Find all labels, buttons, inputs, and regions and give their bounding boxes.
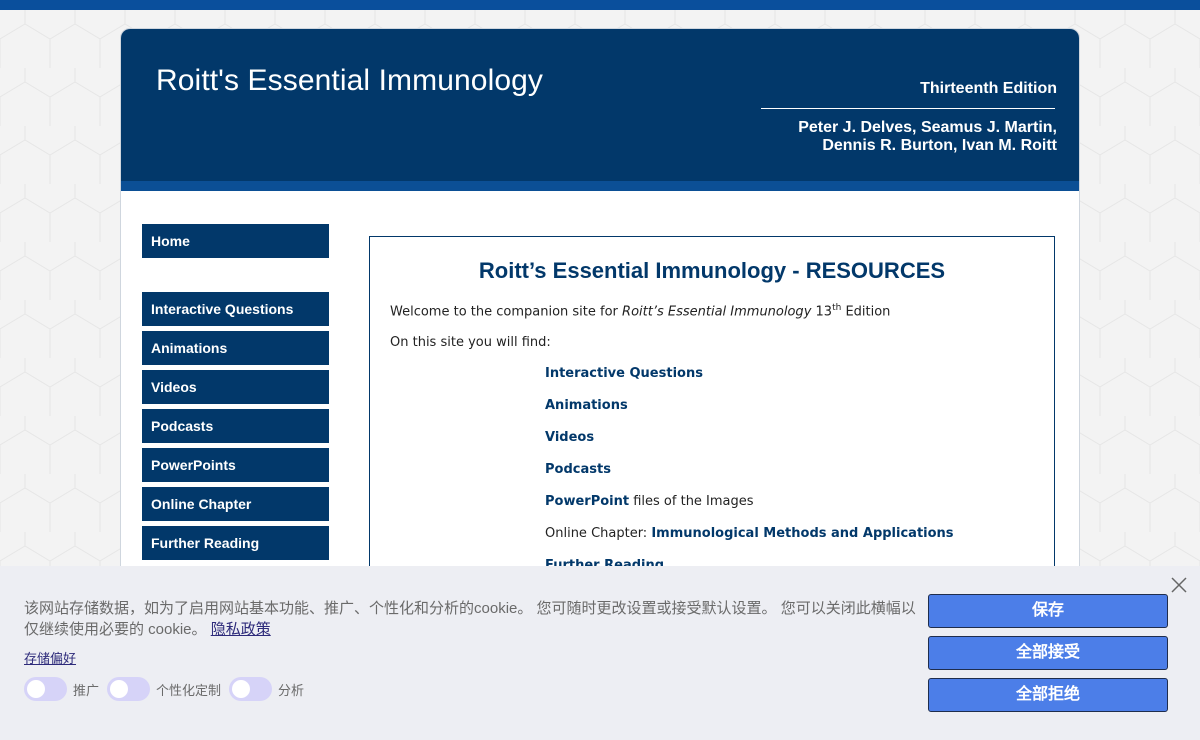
welcome-edition-number: 13 xyxy=(811,304,833,320)
resource-item: Podcasts xyxy=(545,461,954,493)
nav-further-reading[interactable]: Further Reading xyxy=(142,526,329,560)
authors-line-1: Peter J. Delves, Seamus J. Martin, xyxy=(798,119,1057,136)
privacy-policy-link[interactable]: 隐私政策 xyxy=(211,621,271,638)
nav-home[interactable]: Home xyxy=(142,224,329,258)
welcome-book-title: Roitt’s Essential Immunology xyxy=(622,304,812,320)
nav-podcasts[interactable]: Podcasts xyxy=(142,409,329,443)
toggle-analytics-label: 分析 xyxy=(278,682,305,698)
accept-all-button[interactable]: 全部接受 xyxy=(928,636,1168,670)
nav-online-chapter[interactable]: Online Chapter xyxy=(142,487,329,521)
toggle-knob xyxy=(232,680,251,698)
toggle-marketing[interactable] xyxy=(24,677,67,701)
link-podcasts[interactable]: Podcasts xyxy=(545,462,611,477)
toggle-knob xyxy=(27,680,45,698)
link-online-chapter[interactable]: Immunological Methods and Applications xyxy=(651,526,953,541)
authors: Peter J. Delves, Seamus J. Martin, Denni… xyxy=(798,119,1057,155)
powerpoint-suffix: files of the Images xyxy=(629,494,754,509)
link-animations[interactable]: Animations xyxy=(545,398,628,413)
find-text: On this site you will find: xyxy=(390,335,551,350)
reject-all-button[interactable]: 全部拒绝 xyxy=(928,678,1168,712)
resource-item: Interactive Questions xyxy=(545,365,954,397)
welcome-suffix: Edition xyxy=(841,304,891,320)
welcome-prefix: Welcome to the companion site for xyxy=(390,304,623,320)
header-stripe xyxy=(121,181,1079,191)
save-button[interactable]: 保存 xyxy=(928,594,1168,628)
resource-item: PowerPoint files of the Images xyxy=(545,493,954,525)
cookie-message-text: 该网站存储数据，如为了启用网站基本功能、推广、个性化和分析的cookie。 您可… xyxy=(24,600,916,638)
edition-label: Thirteenth Edition xyxy=(920,80,1057,97)
resources-heading: Roitt’s Essential Immunology - RESOURCES xyxy=(478,258,946,283)
cookie-banner: 该网站存储数据，如为了启用网站基本功能、推广、个性化和分析的cookie。 您可… xyxy=(0,566,1200,740)
nav-powerpoints[interactable]: PowerPoints xyxy=(142,448,329,482)
toggle-marketing-label: 推广 xyxy=(73,682,100,698)
site-title[interactable]: Roitt's Essential Immunology xyxy=(156,64,543,98)
toggle-knob xyxy=(110,680,129,698)
top-stripe xyxy=(0,0,1200,10)
toggle-personalization-label: 个性化定制 xyxy=(156,682,222,698)
consent-toggles: 推广 个性化定制 分析 xyxy=(24,677,312,701)
link-videos[interactable]: Videos xyxy=(545,430,594,445)
sidebar-nav: Home Interactive Questions Animations Vi… xyxy=(142,224,329,565)
resources-list: Interactive Questions Animations Videos … xyxy=(545,365,954,589)
link-interactive-questions[interactable]: Interactive Questions xyxy=(545,366,703,381)
welcome-edition-sup: th xyxy=(832,303,842,313)
site-header: Roitt's Essential Immunology Thirteenth … xyxy=(121,29,1079,181)
resource-item: Online Chapter: Immunological Methods an… xyxy=(545,525,954,557)
online-chapter-prefix: Online Chapter: xyxy=(545,526,652,541)
authors-line-2: Dennis R. Burton, Ivan M. Roitt xyxy=(822,137,1057,154)
nav-animations[interactable]: Animations xyxy=(142,331,329,365)
resource-item: Videos xyxy=(545,429,954,461)
header-divider xyxy=(761,108,1055,109)
close-icon[interactable] xyxy=(1170,576,1188,594)
resource-item: Animations xyxy=(545,397,954,429)
toggle-analytics[interactable] xyxy=(229,677,273,701)
link-powerpoint[interactable]: PowerPoint xyxy=(545,494,629,509)
welcome-text: Welcome to the companion site for Roitt’… xyxy=(390,303,890,319)
cookie-message: 该网站存储数据，如为了启用网站基本功能、推广、个性化和分析的cookie。 您可… xyxy=(24,598,919,640)
storage-preferences-link[interactable]: 存储偏好 xyxy=(24,648,76,667)
toggle-personalization[interactable] xyxy=(107,677,151,701)
nav-videos[interactable]: Videos xyxy=(142,370,329,404)
nav-interactive-questions[interactable]: Interactive Questions xyxy=(142,292,329,326)
